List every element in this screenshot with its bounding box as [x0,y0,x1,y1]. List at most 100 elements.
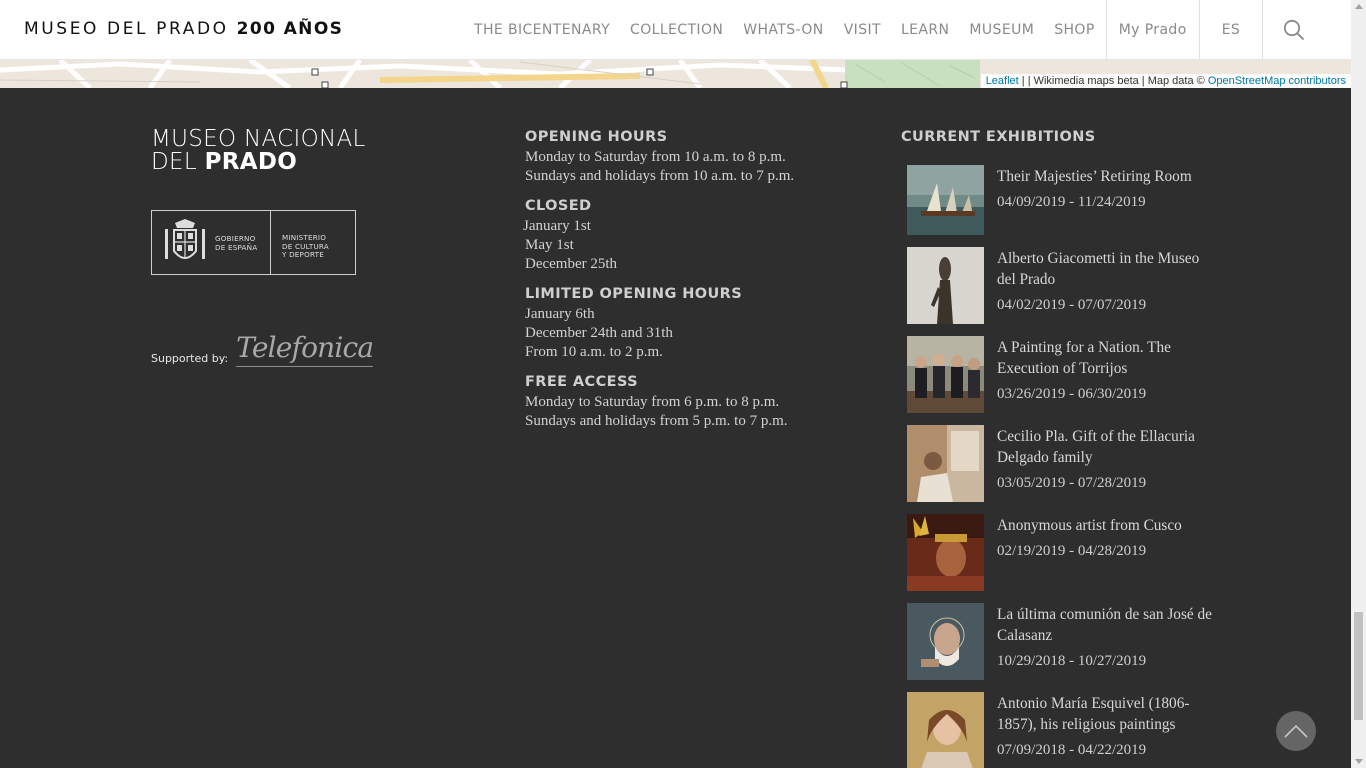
exhibitions-list: Their Majesties’ Retiring Room 04/09/201… [907,165,1217,768]
scroll-up-arrow-icon[interactable] [1355,4,1363,9]
chevron-up-icon [1284,724,1308,738]
hours-line: January 6th [525,306,595,322]
hours-line: May 1st [525,237,574,253]
closed-heading: CLOSED [525,198,592,214]
nav-shop[interactable]: SHOP [1044,0,1104,60]
hours-line: Monday to Saturday from 10 a.m. to 8 p.m… [525,149,786,165]
scroll-down-arrow-icon[interactable] [1355,759,1363,764]
footer-brand-column: MUSEO NACIONAL DEL PRADO GOBIERNO DE ESP… [151,128,411,367]
gov-name: GOBIERNO DE ESPAÑA [215,234,258,252]
hours-line: Monday to Saturday from 6 p.m. to 8 p.m. [525,394,780,410]
exhibition-item[interactable]: Their Majesties’ Retiring Room 04/09/201… [907,165,1217,247]
brand-line-2: DEL PRADO [151,149,298,175]
exhibition-thumbnail [907,165,984,235]
exhibition-item[interactable]: La última comunión de san José de Calasa… [907,603,1217,692]
exhibition-title[interactable]: Cecilio Pla. Gift of the Ellacuria Delga… [997,426,1217,468]
hours-line: From 10 a.m. to 2 p.m. [525,344,663,360]
footer-hours-column: OPENING HOURS Monday to Saturday from 10… [523,128,855,442]
nav-whats-on[interactable]: WHATS-ON [733,0,833,60]
limited-hours: LIMITED OPENING HOURS January 6th Decemb… [525,285,855,362]
limited-hours-heading: LIMITED OPENING HOURS [525,286,743,302]
exhibition-info: Cecilio Pla. Gift of the Ellacuria Delga… [997,425,1217,514]
sponsor-block: Supported by: Telefonica [151,333,374,367]
exhibition-dates: 04/02/2019 - 07/07/2019 [997,297,1147,313]
hours-line: Sundays and holidays from 5 p.m. to 7 p.… [525,413,788,429]
nav-visit[interactable]: VISIT [834,0,891,60]
scrollbar-thumb[interactable] [1354,612,1363,720]
attribution-text: | | Wikimedia maps beta | Map data © [1018,75,1208,87]
search-icon [1284,19,1305,41]
nav-divider [1105,0,1107,60]
nav-learn[interactable]: LEARN [891,0,959,60]
exhibition-info: Anonymous artist from Cusco 02/19/2019 -… [997,514,1182,603]
hours-line: Sundays and holidays from 10 a.m. to 7 p… [525,168,795,184]
osm-link[interactable]: OpenStreetMap contributors [1208,75,1346,87]
exhibition-item[interactable]: Antonio María Esquivel (1806-1857), his … [907,692,1217,768]
exhibition-title[interactable]: Anonymous artist from Cusco [997,515,1182,536]
exhibition-info: A Painting for a Nation. The Execution o… [997,336,1217,425]
location-map[interactable]: Leaflet | | Wikimedia maps beta | Map da… [0,60,1351,88]
exhibition-item[interactable]: Alberto Giacometti in the Museo del Prad… [907,247,1217,336]
exhibition-thumbnail [907,514,984,591]
nav-divider [1262,0,1264,60]
closed-days: CLOSED January 1st May 1st December 25th [523,197,855,274]
exhibition-info: La última comunión de san José de Calasa… [997,603,1217,692]
exhibition-item[interactable]: A Painting for a Nation. The Execution o… [907,336,1217,425]
exhibition-title[interactable]: Antonio María Esquivel (1806-1857), his … [997,693,1217,735]
exhibition-title[interactable]: A Painting for a Nation. The Execution o… [997,337,1217,379]
opening-hours-heading: OPENING HOURS [525,129,668,145]
hours-line: December 25th [525,256,618,272]
exhibition-item[interactable]: Cecilio Pla. Gift of the Ellacuria Delga… [907,425,1217,514]
ministry-name: MINISTERIO DE CULTURA Y DEPORTE [282,233,329,259]
exhibition-dates: 02/19/2019 - 04/28/2019 [997,543,1147,559]
exhibition-info: Alberto Giacometti in the Museo del Prad… [997,247,1217,336]
supported-by-label: Supported by: [151,352,229,365]
exhibition-info: Antonio María Esquivel (1806-1857), his … [997,692,1217,768]
exhibition-dates: 03/26/2019 - 06/30/2019 [997,386,1147,402]
nav-museum[interactable]: MUSEUM [959,0,1044,60]
exhibition-title[interactable]: Their Majesties’ Retiring Room [997,166,1192,187]
exhibition-thumbnail [907,603,984,680]
exhibition-thumbnail [907,247,984,324]
back-to-top-button[interactable] [1276,711,1316,751]
exhibition-info: Their Majesties’ Retiring Room 04/09/201… [997,165,1192,247]
gov-divider [270,211,271,274]
site-logo[interactable]: MUSEO DEL PRADO 200 AÑOS [24,19,343,39]
exhibition-thumbnail [907,692,984,768]
nav-my-prado[interactable]: My Prado [1108,0,1198,60]
footer-exhibitions-column: CURRENT EXHIBITIONS Their Majesties’ Ret… [901,128,1221,768]
opening-hours: OPENING HOURS Monday to Saturday from 10… [525,128,855,186]
nav-divider [1198,0,1200,60]
language-switch[interactable]: ES [1201,0,1262,60]
free-access: FREE ACCESS Monday to Saturday from 6 p.… [525,373,855,431]
main-nav: THE BICENTENARY COLLECTION WHATS-ON VISI… [464,0,1324,60]
exhibition-title[interactable]: Alberto Giacometti in the Museo del Prad… [997,248,1217,290]
coat-of-arms-icon [165,219,205,259]
exhibition-thumbnail [907,425,984,502]
exhibition-dates: 03/05/2019 - 07/28/2019 [997,475,1147,491]
map-attribution: Leaflet | | Wikimedia maps beta | Map da… [980,74,1351,88]
page-scrollbar[interactable] [1351,0,1366,768]
site-header: MUSEO DEL PRADO 200 AÑOS THE BICENTENARY… [0,0,1351,60]
nav-bicentenary[interactable]: THE BICENTENARY [464,0,620,60]
exhibitions-heading: CURRENT EXHIBITIONS [901,129,1096,145]
exhibition-thumbnail [907,336,984,413]
logo-anniversary: 200 AÑOS [236,19,344,39]
logo-text: MUSEO DEL PRADO [24,19,229,39]
nav-collection[interactable]: COLLECTION [620,0,733,60]
hours-line: December 24th and 31th [525,325,673,341]
exhibition-dates: 10/29/2018 - 10/27/2019 [997,653,1147,669]
site-footer: MUSEO NACIONAL DEL PRADO GOBIERNO DE ESP… [0,88,1351,768]
museum-brand-logo[interactable]: MUSEO NACIONAL DEL PRADO [151,128,411,174]
exhibition-dates: 07/09/2018 - 04/22/2019 [997,742,1147,758]
exhibition-dates: 04/09/2019 - 11/24/2019 [997,194,1146,210]
sponsor-logo[interactable]: Telefonica [236,333,374,367]
brand-line-1: MUSEO NACIONAL [151,126,366,152]
hours-line: January 1st [523,218,591,234]
government-logo[interactable]: GOBIERNO DE ESPAÑA MINISTERIO DE CULTURA… [151,210,356,275]
exhibition-item[interactable]: Anonymous artist from Cusco 02/19/2019 -… [907,514,1217,603]
exhibition-title[interactable]: La última comunión de san José de Calasa… [997,604,1217,646]
leaflet-link[interactable]: Leaflet [986,75,1019,87]
free-access-heading: FREE ACCESS [525,374,638,390]
search-button[interactable] [1264,0,1324,60]
